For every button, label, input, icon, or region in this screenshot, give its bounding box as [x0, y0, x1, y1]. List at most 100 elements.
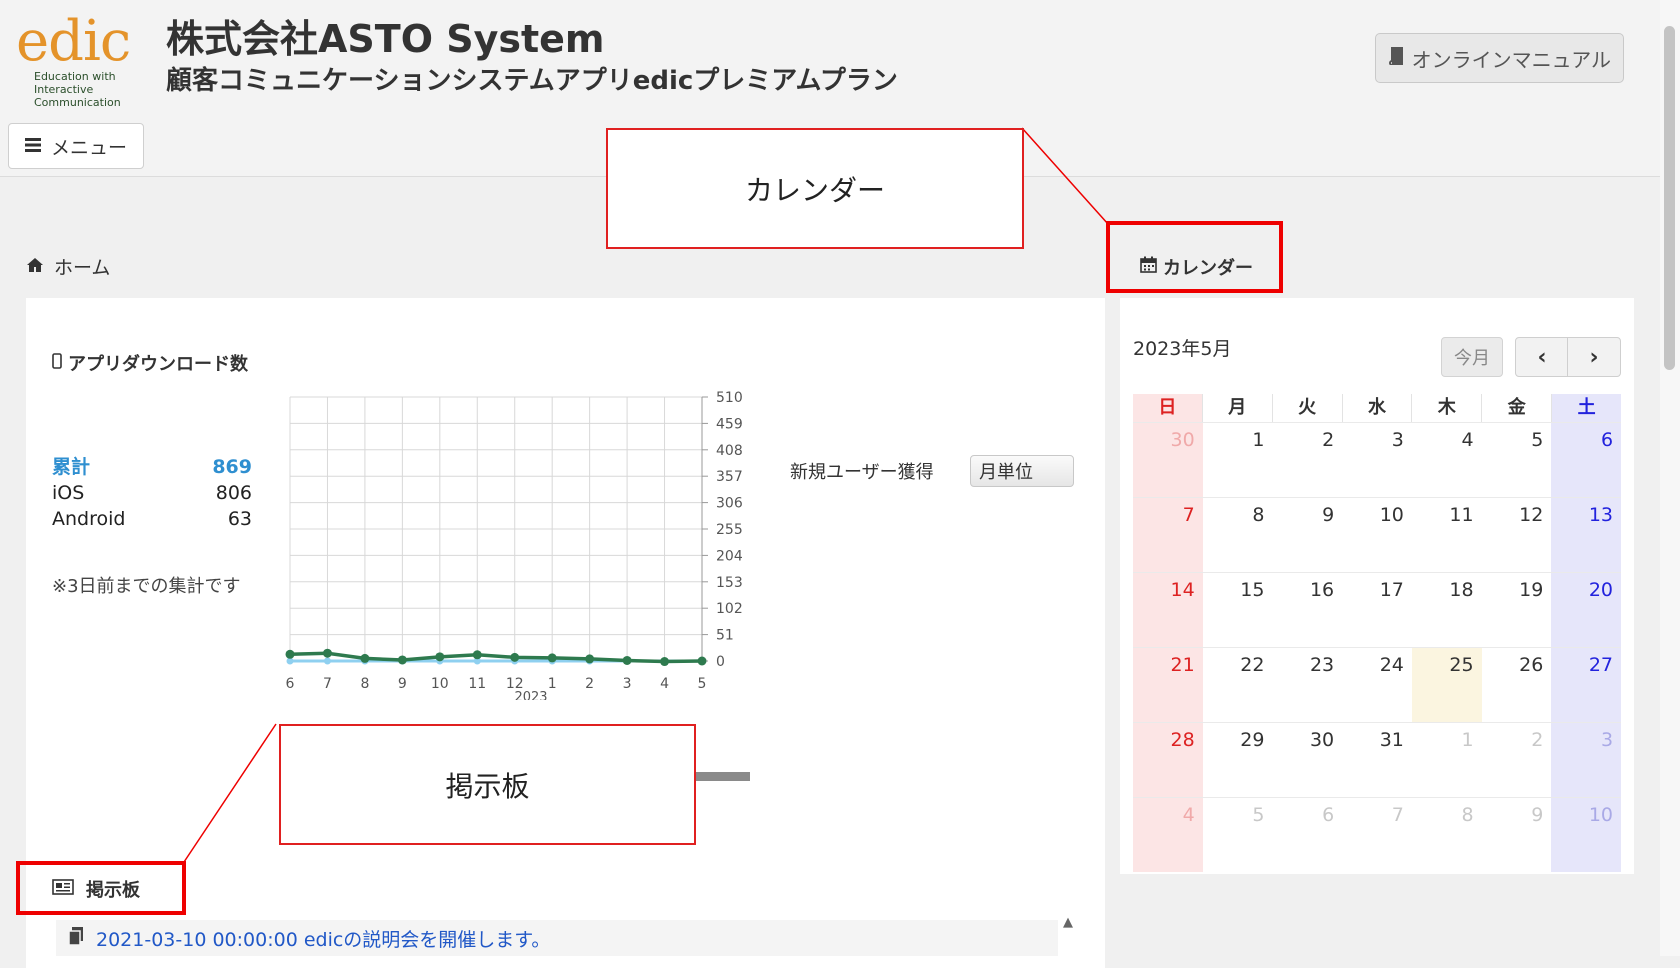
logo-tagline: Education with Interactive Communication — [34, 70, 121, 109]
calendar-day[interactable]: 30 — [1133, 423, 1203, 497]
download-chart-svg: 5104594083573062552041531025106 7 8 9 10 11 12… — [285, 390, 743, 705]
calendar-day[interactable]: 2 — [1482, 723, 1552, 797]
calendar-day[interactable]: 1 — [1412, 723, 1482, 797]
calendar-day[interactable]: 3 — [1551, 723, 1622, 797]
scrollbar-thumb[interactable] — [1664, 26, 1675, 370]
downloads-title: アプリダウンロード数 — [52, 350, 248, 376]
board-item-link[interactable]: 2021-03-10 00:00:00 edicの説明会を開催します。 — [96, 925, 550, 952]
calendar-day[interactable]: 28 — [1133, 723, 1203, 797]
calendar-day-today[interactable]: 25 — [1411, 648, 1482, 722]
calendar-week: 14 15 16 17 18 19 20 — [1133, 572, 1622, 647]
chart-point — [585, 654, 595, 664]
chart-point — [510, 652, 520, 662]
board-list-item[interactable]: 2021-03-10 00:00:00 edicの説明会を開催します。 — [56, 920, 1058, 956]
stat-ios: iOS 806 — [52, 480, 252, 506]
calendar-day[interactable]: 15 — [1203, 573, 1273, 647]
calendar-day[interactable]: 6 — [1272, 798, 1342, 872]
calendar-day[interactable]: 14 — [1133, 573, 1203, 647]
calendar-day[interactable]: 26 — [1482, 648, 1552, 722]
calendar-day[interactable]: 10 — [1342, 498, 1412, 572]
chart-point — [622, 655, 632, 665]
prev-month-button[interactable]: ‹ — [1515, 337, 1569, 377]
chart-point — [285, 649, 295, 659]
chart-x-tick-label: 10 — [431, 676, 449, 692]
calendar-day[interactable]: 19 — [1482, 573, 1552, 647]
calendar-day[interactable]: 22 — [1203, 648, 1273, 722]
logo-wordmark: edic — [16, 9, 131, 74]
calendar-day[interactable]: 8 — [1412, 798, 1482, 872]
calendar-day[interactable]: 20 — [1551, 573, 1622, 647]
calendar-day[interactable]: 7 — [1133, 498, 1203, 572]
stat-total: 累計 869 — [52, 454, 252, 480]
stat-ios-label: iOS — [52, 482, 85, 504]
scroll-up-icon[interactable]: ▲ — [1063, 915, 1073, 930]
calendar-week: 28 29 30 31 1 2 3 — [1133, 722, 1622, 797]
company-name: 株式会社ASTO System — [166, 17, 605, 61]
weekday-label: 木 — [1411, 394, 1481, 422]
chart-y-tick-label: 306 — [716, 496, 743, 512]
chevron-left-icon: ‹ — [1537, 344, 1547, 370]
download-stats: 累計 869 iOS 806 Android 63 — [52, 454, 252, 532]
calendar-day[interactable]: 4 — [1133, 798, 1203, 872]
chart-y-tick-label: 408 — [716, 443, 743, 459]
calendar-day[interactable]: 21 — [1133, 648, 1203, 722]
calendar-day[interactable]: 18 — [1412, 573, 1482, 647]
chart-point — [323, 657, 331, 665]
calendar-day[interactable]: 2 — [1272, 423, 1342, 497]
calendar-day[interactable]: 12 — [1482, 498, 1552, 572]
calendar-day[interactable]: 11 — [1412, 498, 1482, 572]
calendar-day[interactable]: 1 — [1203, 423, 1273, 497]
stat-android-label: Android — [52, 508, 126, 530]
calendar-day[interactable]: 3 — [1342, 423, 1412, 497]
chart-y-tick-label: 0 — [716, 654, 725, 670]
chart-scroll-handle[interactable] — [690, 772, 750, 781]
calendar-day[interactable]: 29 — [1203, 723, 1273, 797]
new-user-label: 新規ユーザー獲得 — [790, 462, 934, 483]
edic-logo[interactable]: edic Education with Interactive Communic… — [16, 8, 136, 109]
calendar-day[interactable]: 5 — [1203, 798, 1273, 872]
chart-x-tick-label: 5 — [698, 676, 707, 692]
page-scrollbar[interactable] — [1660, 0, 1680, 956]
calendar-day[interactable]: 9 — [1272, 498, 1342, 572]
online-manual-button[interactable]: オンラインマニュアル — [1374, 33, 1624, 83]
chart-point — [435, 652, 445, 662]
weekday-label: 火 — [1271, 394, 1342, 422]
calendar-week: 7 8 9 10 11 12 13 — [1133, 497, 1622, 572]
calendar-day[interactable]: 31 — [1342, 723, 1412, 797]
calendar-day[interactable]: 4 — [1412, 423, 1482, 497]
logo-tagline-line: Communication — [34, 96, 121, 109]
breadcrumb-home[interactable]: ホーム — [54, 253, 110, 280]
calendar-day[interactable]: 10 — [1551, 798, 1622, 872]
calendar-day[interactable]: 23 — [1272, 648, 1342, 722]
calendar-day[interactable]: 5 — [1482, 423, 1552, 497]
logo-tagline-line: Education with — [34, 70, 116, 83]
menu-button[interactable]: メニュー — [8, 123, 144, 169]
calendar-day[interactable]: 16 — [1272, 573, 1342, 647]
chart-x-axis-label: 2023 — [514, 690, 547, 700]
chevron-right-icon: › — [1589, 344, 1599, 370]
calendar-day[interactable]: 8 — [1203, 498, 1273, 572]
weekday-label: 土 — [1551, 394, 1622, 422]
calendar-day[interactable]: 24 — [1342, 648, 1412, 722]
stat-total-value: 869 — [212, 456, 252, 478]
calendar-week: 21 22 23 24 25 26 27 — [1133, 647, 1622, 722]
calendar-day[interactable]: 7 — [1342, 798, 1412, 872]
weekday-label: 月 — [1201, 394, 1272, 422]
calendar-day[interactable]: 30 — [1272, 723, 1342, 797]
chart-y-tick-label: 102 — [716, 601, 743, 617]
weekday-label: 金 — [1481, 394, 1551, 422]
calendar-day[interactable]: 9 — [1482, 798, 1552, 872]
home-icon — [26, 256, 44, 278]
calendar-day[interactable]: 27 — [1551, 648, 1622, 722]
hamburger-icon — [24, 135, 41, 157]
calendar-day[interactable]: 13 — [1551, 498, 1622, 572]
next-month-button[interactable]: › — [1567, 337, 1621, 377]
calendar-highlight-frame — [1106, 221, 1283, 293]
calendar-day[interactable]: 6 — [1551, 423, 1622, 497]
weekday-header: 日 月 火 水 木 金 土 — [1133, 394, 1622, 422]
calendar-grid: 日 月 火 水 木 金 土 30 1 2 3 4 5 6 7 8 9 10 11… — [1133, 394, 1622, 872]
unit-select[interactable]: 月単位 — [970, 455, 1074, 487]
online-manual-label: オンラインマニュアル — [1411, 47, 1611, 72]
today-button[interactable]: 今月 — [1441, 337, 1503, 377]
calendar-day[interactable]: 17 — [1342, 573, 1412, 647]
